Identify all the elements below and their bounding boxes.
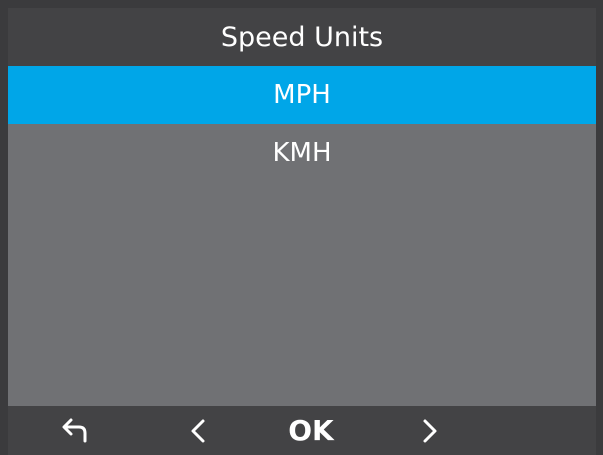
screen-border-top	[0, 0, 603, 8]
back-button[interactable]	[44, 406, 104, 455]
page-title: Speed Units	[8, 8, 596, 66]
next-button[interactable]	[400, 406, 460, 455]
menu-item-label: MPH	[273, 80, 331, 110]
device-screen: Speed Units MPH KMH OK	[0, 0, 603, 455]
screen-border-left	[0, 0, 8, 455]
screen-border-right	[596, 0, 603, 455]
ok-button[interactable]: OK	[266, 406, 356, 455]
previous-button[interactable]	[168, 406, 228, 455]
chevron-left-icon	[191, 419, 205, 442]
menu-item-mph[interactable]: MPH	[8, 66, 596, 124]
menu-item-label: KMH	[272, 138, 332, 168]
menu-item-kmh[interactable]: KMH	[8, 124, 596, 182]
back-arrow-icon	[62, 418, 87, 442]
speed-units-menu: MPH KMH	[8, 66, 596, 406]
button-bar: OK	[8, 406, 596, 455]
ok-label: OK	[288, 414, 334, 447]
chevron-right-icon	[423, 419, 437, 442]
